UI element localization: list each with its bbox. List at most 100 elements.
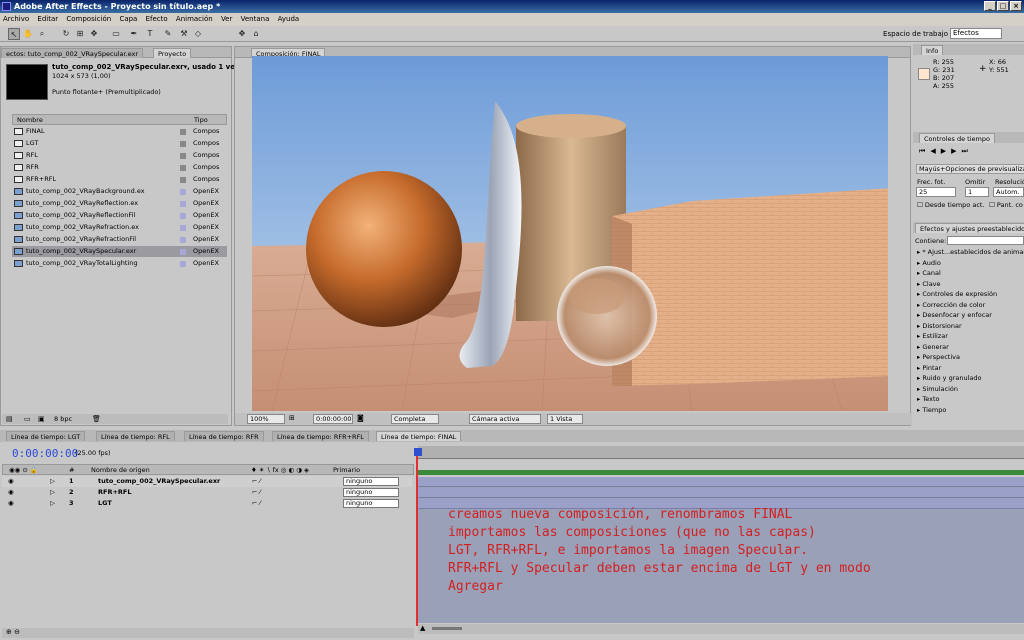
tab-project[interactable]: Proyecto xyxy=(153,48,192,58)
resolution-select[interactable]: Autom. xyxy=(993,187,1024,197)
snapshot-icon[interactable]: ◙ xyxy=(357,414,364,422)
menu-capa[interactable]: Capa xyxy=(116,15,140,23)
rotate-tool-icon[interactable]: ↻ xyxy=(60,28,72,40)
effect-category-item[interactable]: ▸ Estilizar xyxy=(917,331,948,341)
layer-row[interactable]: ◉ ▷ 1 tuto_comp_002_VRaySpecular.exr ⌐ ⁄… xyxy=(2,476,412,487)
work-area-bar[interactable] xyxy=(418,470,1024,475)
shy-icon[interactable]: ⌐ ⁄ xyxy=(252,476,261,487)
parent-select[interactable]: ninguno xyxy=(343,477,399,486)
tab-timeline-rfr[interactable]: Línea de tiempo: RFR xyxy=(184,431,264,441)
list-item[interactable]: RFL Compos xyxy=(12,150,227,161)
tab-timeline-lgt[interactable]: Línea de tiempo: LGT xyxy=(6,431,86,441)
menu-animacion[interactable]: Animación xyxy=(173,15,216,23)
pan-behind-tool-icon[interactable]: ✥ xyxy=(88,28,100,40)
next-frame-icon[interactable]: ▶ xyxy=(951,147,961,155)
layer-row[interactable]: ◉ ▷ 3 LGT ⌐ ⁄ ninguno xyxy=(2,498,412,509)
mask-tool-icon[interactable]: ▭ xyxy=(110,28,122,40)
camera-tool-icon[interactable]: ⊞ xyxy=(74,28,86,40)
first-frame-icon[interactable]: ⏮ xyxy=(919,147,930,155)
tab-effects-presets[interactable]: Efectos y ajustes preestablecidos xyxy=(915,223,1024,233)
list-item[interactable]: tuto_comp_002_VRayTotalLighting OpenEX xyxy=(12,258,227,269)
safe-zones-icon[interactable]: ⊞ xyxy=(289,414,295,422)
orbit-tool-icon[interactable]: ✥ xyxy=(236,28,248,40)
effect-category-item[interactable]: ▸ Ruido y granulado xyxy=(917,373,982,383)
effect-category-item[interactable]: ▸ Distorsionar xyxy=(917,321,962,331)
views-select[interactable]: 1 Vista xyxy=(547,414,583,424)
puppet-tool-icon[interactable]: ⌂ xyxy=(250,28,262,40)
effects-search-input[interactable] xyxy=(947,236,1024,245)
current-time-field[interactable]: 0:00:00:00 xyxy=(313,414,353,424)
interpret-footage-icon[interactable]: ▤ xyxy=(6,415,13,423)
tab-timeline-rfr-rfl[interactable]: Línea de tiempo: RFR+RFL xyxy=(272,431,369,441)
list-item[interactable]: RFR+RFL Compos xyxy=(12,174,227,185)
layer-duration-bar[interactable] xyxy=(418,477,1024,487)
effect-category-item[interactable]: ▸ Perspectiva xyxy=(917,352,960,362)
source-name-header[interactable]: Nombre de origen xyxy=(91,466,150,474)
column-name[interactable]: Nombre xyxy=(17,116,43,124)
menu-ver[interactable]: Ver xyxy=(218,15,235,23)
hand-tool-icon[interactable]: ✋ xyxy=(22,28,34,40)
zoom-out-icon[interactable]: ▲ xyxy=(420,624,425,632)
parent-select[interactable]: ninguno xyxy=(343,499,399,508)
list-item[interactable]: tuto_comp_002_VRayReflection.ex OpenEX xyxy=(12,198,227,209)
list-item-selected[interactable]: tuto_comp_002_VRaySpecular.exr OpenEX xyxy=(12,246,227,257)
new-folder-icon[interactable]: ▭ xyxy=(24,415,31,423)
play-icon[interactable]: ▶ xyxy=(941,147,951,155)
new-comp-icon[interactable]: ▣ xyxy=(38,415,45,423)
text-tool-icon[interactable]: T xyxy=(144,28,156,40)
delete-icon[interactable]: 🗑 xyxy=(92,415,101,423)
last-frame-icon[interactable]: ⏭ xyxy=(961,147,972,155)
list-item[interactable]: tuto_comp_002_VRayReflectionFil OpenEX xyxy=(12,210,227,221)
prev-frame-icon[interactable]: ◀ xyxy=(930,147,940,155)
tab-timeline-rfl[interactable]: Línea de tiempo: RFL xyxy=(96,431,175,441)
list-item[interactable]: RFR Compos xyxy=(12,162,227,173)
effect-category-item[interactable]: ▸ Tiempo xyxy=(917,405,946,415)
brush-tool-icon[interactable]: ✎ xyxy=(162,28,174,40)
effect-category-item[interactable]: ▸ Generar xyxy=(917,342,949,352)
expand-triangle-icon[interactable]: ▷ xyxy=(50,476,55,487)
expand-triangle-icon[interactable]: ▷ xyxy=(50,487,55,498)
menu-efecto[interactable]: Efecto xyxy=(143,15,171,23)
current-time-indicator[interactable] xyxy=(416,450,418,626)
zoom-slider[interactable] xyxy=(432,627,462,630)
list-item[interactable]: FINAL Compos xyxy=(12,126,227,137)
visibility-icon[interactable]: ◉ xyxy=(8,498,14,509)
column-type[interactable]: Tipo xyxy=(194,116,208,124)
camera-select[interactable]: Cámara activa xyxy=(469,414,541,424)
effect-category-item[interactable]: ▸ * Ajust...establecidos de animación xyxy=(917,247,1024,257)
list-item[interactable]: tuto_comp_002_VRayRefractionFil OpenEX xyxy=(12,234,227,245)
parent-select[interactable]: ninguno xyxy=(343,488,399,497)
maximize-button[interactable]: □ xyxy=(997,1,1009,11)
effect-category-item[interactable]: ▸ Canal xyxy=(917,268,941,278)
zoom-tool-icon[interactable]: ⌕ xyxy=(36,28,48,40)
effect-category-item[interactable]: ▸ Desenfocar y enfocar xyxy=(917,310,992,320)
expand-triangle-icon[interactable]: ▷ xyxy=(50,498,55,509)
list-item[interactable]: LGT Compos xyxy=(12,138,227,149)
tab-time-controls[interactable]: Controles de tiempo xyxy=(919,133,995,143)
effect-category-item[interactable]: ▸ Corrección de color xyxy=(917,300,985,310)
tab-info[interactable]: Info xyxy=(921,45,944,55)
eraser-tool-icon[interactable]: ◇ xyxy=(192,28,204,40)
list-item[interactable]: tuto_comp_002_VRayBackground.ex OpenEX xyxy=(12,186,227,197)
menu-editar[interactable]: Editar xyxy=(34,15,61,23)
preview-options-select[interactable]: Mayús+Opciones de previsualizació xyxy=(916,164,1024,174)
playhead-handle[interactable] xyxy=(414,448,422,456)
effect-category-item[interactable]: ▸ Audio xyxy=(917,258,941,268)
menu-ayuda[interactable]: Ayuda xyxy=(275,15,303,23)
time-ruler[interactable] xyxy=(418,446,1024,459)
skip-select[interactable]: 1 xyxy=(965,187,989,197)
from-current-checkbox[interactable]: ☐ Desde tiempo act. xyxy=(917,201,985,209)
zoom-select[interactable]: 100% xyxy=(247,414,285,424)
menu-composicion[interactable]: Composición xyxy=(63,15,114,23)
clone-tool-icon[interactable]: ⚒ xyxy=(178,28,190,40)
expand-panes-icon[interactable]: ⊕ ⊖ xyxy=(6,628,20,636)
effect-category-item[interactable]: ▸ Simulación xyxy=(917,384,958,394)
tab-timeline-final[interactable]: Línea de tiempo: FINAL xyxy=(376,431,462,441)
effect-category-item[interactable]: ▸ Texto xyxy=(917,394,939,404)
layer-row[interactable]: ◉ ▷ 2 RFR+RFL ⌐ ⁄ ninguno xyxy=(2,487,412,498)
effect-category-item[interactable]: ▸ Pintar xyxy=(917,363,941,373)
effect-category-item[interactable]: ▸ Clave xyxy=(917,279,941,289)
selection-tool-icon[interactable]: ↖ xyxy=(8,28,20,40)
visibility-icon[interactable]: ◉ xyxy=(8,476,14,487)
bit-depth-button[interactable]: 8 bpc xyxy=(54,415,72,423)
